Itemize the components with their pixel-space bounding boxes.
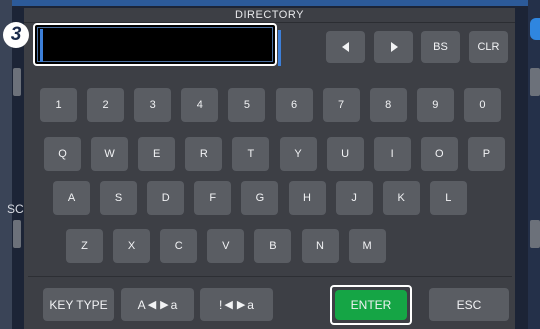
key-r[interactable]: R — [185, 137, 223, 171]
key-b[interactable]: B — [254, 229, 292, 263]
key-g[interactable]: G — [241, 181, 279, 215]
mode-symbol-prefix: ! — [219, 297, 223, 312]
key-m[interactable]: M — [348, 229, 386, 263]
key-type-button[interactable]: KEY TYPE — [43, 288, 114, 321]
key-i[interactable]: I — [373, 137, 411, 171]
key-p[interactable]: P — [467, 137, 505, 171]
key-l[interactable]: L — [429, 181, 467, 215]
key-8[interactable]: 8 — [369, 88, 407, 122]
triangle-right-icon: ▶ — [236, 299, 246, 311]
key-e[interactable]: E — [138, 137, 176, 171]
background-right-button — [530, 18, 540, 40]
key-h[interactable]: H — [288, 181, 326, 215]
key-n[interactable]: N — [301, 229, 339, 263]
input-scroll-indicator — [278, 30, 281, 66]
key-3[interactable]: 3 — [134, 88, 172, 122]
key-5[interactable]: 5 — [228, 88, 266, 122]
key-j[interactable]: J — [335, 181, 373, 215]
key-a[interactable]: A — [53, 181, 90, 215]
bottom-divider — [28, 276, 512, 277]
key-o[interactable]: O — [420, 137, 458, 171]
clear-button[interactable]: CLR — [469, 31, 508, 63]
background-top-strip — [0, 0, 540, 6]
background-right-tab — [530, 220, 540, 248]
key-d[interactable]: D — [147, 181, 185, 215]
dialog-title: DIRECTORY — [235, 9, 304, 21]
key-s[interactable]: S — [100, 181, 138, 215]
triangle-right-icon: ▶ — [160, 299, 169, 311]
mode-upper-suffix: a — [170, 297, 178, 312]
triangle-right-icon — [390, 42, 398, 52]
key-2[interactable]: 2 — [87, 88, 125, 122]
escape-button[interactable]: ESC — [429, 288, 509, 321]
key-t[interactable]: T — [232, 137, 270, 171]
key-y[interactable]: Y — [279, 137, 317, 171]
background-right-panel — [528, 0, 540, 329]
key-w[interactable]: W — [91, 137, 129, 171]
background-left-tab — [13, 220, 21, 248]
key-k[interactable]: K — [382, 181, 420, 215]
key-4[interactable]: 4 — [181, 88, 219, 122]
key-z[interactable]: Z — [66, 229, 103, 263]
backspace-button[interactable]: BS — [421, 31, 460, 63]
enter-button[interactable]: ENTER — [335, 290, 407, 320]
mode-symbol-button[interactable]: ! ◀ ▶ a — [200, 288, 273, 321]
key-c[interactable]: C — [160, 229, 198, 263]
triangle-left-icon: ◀ — [147, 299, 157, 311]
text-cursor — [40, 29, 43, 62]
key-f[interactable]: F — [194, 181, 232, 215]
mode-upper-prefix: A — [137, 297, 146, 312]
cursor-left-button[interactable] — [326, 31, 365, 63]
key-v[interactable]: V — [207, 229, 245, 263]
key-0[interactable]: 0 — [463, 88, 501, 122]
key-u[interactable]: U — [326, 137, 364, 171]
cursor-right-button[interactable] — [374, 31, 413, 63]
background-right-tab — [530, 68, 540, 96]
key-7[interactable]: 7 — [322, 88, 360, 122]
background-left-tab — [13, 68, 21, 96]
step-badge: 3 — [3, 22, 29, 48]
key-q[interactable]: Q — [44, 137, 81, 171]
mode-symbol-suffix: a — [247, 297, 254, 312]
background-label: SC — [7, 202, 24, 216]
key-x[interactable]: X — [113, 229, 151, 263]
key-9[interactable]: 9 — [416, 88, 454, 122]
triangle-left-icon — [341, 42, 349, 52]
directory-input[interactable] — [37, 27, 273, 62]
key-6[interactable]: 6 — [275, 88, 313, 122]
mode-upper-lower-button[interactable]: A ◀ ▶ a — [121, 288, 194, 321]
background-left-panel — [0, 0, 12, 329]
triangle-left-icon: ◀ — [224, 299, 233, 311]
key-1[interactable]: 1 — [40, 88, 77, 122]
